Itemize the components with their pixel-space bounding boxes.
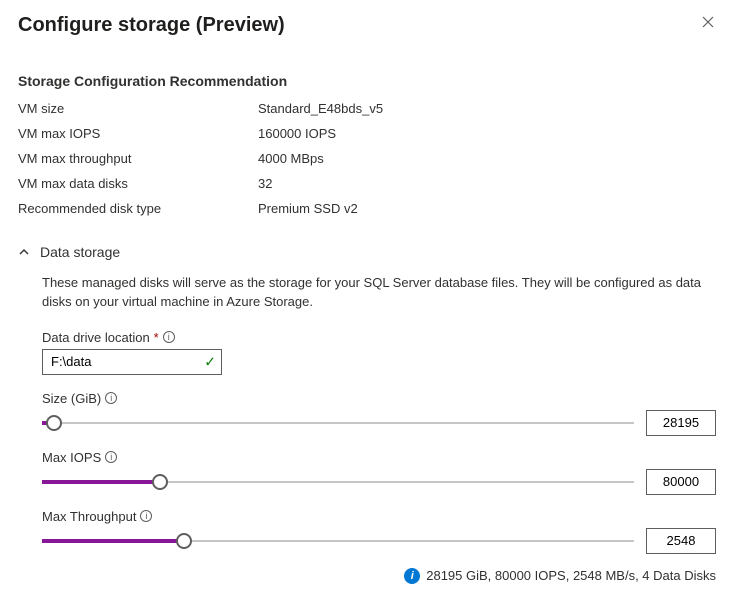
max-throughput-value-input[interactable] — [646, 528, 716, 554]
data-storage-description: These managed disks will serve as the st… — [42, 274, 702, 312]
size-slider-thumb[interactable] — [46, 415, 62, 431]
info-icon[interactable]: i — [163, 331, 175, 343]
vm-size-label: VM size — [18, 101, 258, 116]
max-throughput-slider-thumb[interactable] — [176, 533, 192, 549]
close-icon[interactable] — [700, 14, 716, 34]
data-storage-title: Data storage — [40, 244, 120, 260]
required-star: * — [154, 330, 159, 345]
recommended-disk-type-label: Recommended disk type — [18, 201, 258, 216]
vm-max-data-disks-label: VM max data disks — [18, 176, 258, 191]
drive-location-label: Data drive location — [42, 330, 150, 345]
checkmark-icon: ✓ — [204, 353, 216, 370]
recommended-disk-type-value: Premium SSD v2 — [258, 201, 716, 216]
size-label: Size (GiB) — [42, 391, 101, 406]
info-icon[interactable]: i — [140, 510, 152, 522]
recommendation-table: VM size Standard_E48bds_v5 VM max IOPS 1… — [18, 101, 716, 216]
recommendation-heading: Storage Configuration Recommendation — [18, 73, 716, 89]
vm-max-data-disks-value: 32 — [258, 176, 716, 191]
chevron-up-icon — [18, 246, 30, 258]
max-iops-value-input[interactable] — [646, 469, 716, 495]
storage-summary: 28195 GiB, 80000 IOPS, 2548 MB/s, 4 Data… — [426, 568, 716, 583]
max-iops-slider-thumb[interactable] — [152, 474, 168, 490]
vm-max-throughput-label: VM max throughput — [18, 151, 258, 166]
vm-max-iops-label: VM max IOPS — [18, 126, 258, 141]
max-throughput-slider-fill — [42, 539, 184, 543]
max-iops-label: Max IOPS — [42, 450, 101, 465]
vm-max-iops-value: 160000 IOPS — [258, 126, 716, 141]
info-icon: i — [404, 568, 420, 584]
max-iops-slider[interactable] — [42, 472, 634, 492]
max-throughput-slider[interactable] — [42, 531, 634, 551]
drive-location-input[interactable] — [42, 349, 222, 375]
info-icon[interactable]: i — [105, 451, 117, 463]
page-title: Configure storage (Preview) — [18, 14, 285, 37]
info-icon[interactable]: i — [105, 392, 117, 404]
max-iops-slider-fill — [42, 480, 160, 484]
size-slider[interactable] — [42, 413, 634, 433]
size-value-input[interactable] — [646, 410, 716, 436]
data-storage-expander[interactable]: Data storage — [18, 244, 716, 260]
max-throughput-label: Max Throughput — [42, 509, 136, 524]
vm-max-throughput-value: 4000 MBps — [258, 151, 716, 166]
vm-size-value: Standard_E48bds_v5 — [258, 101, 716, 116]
